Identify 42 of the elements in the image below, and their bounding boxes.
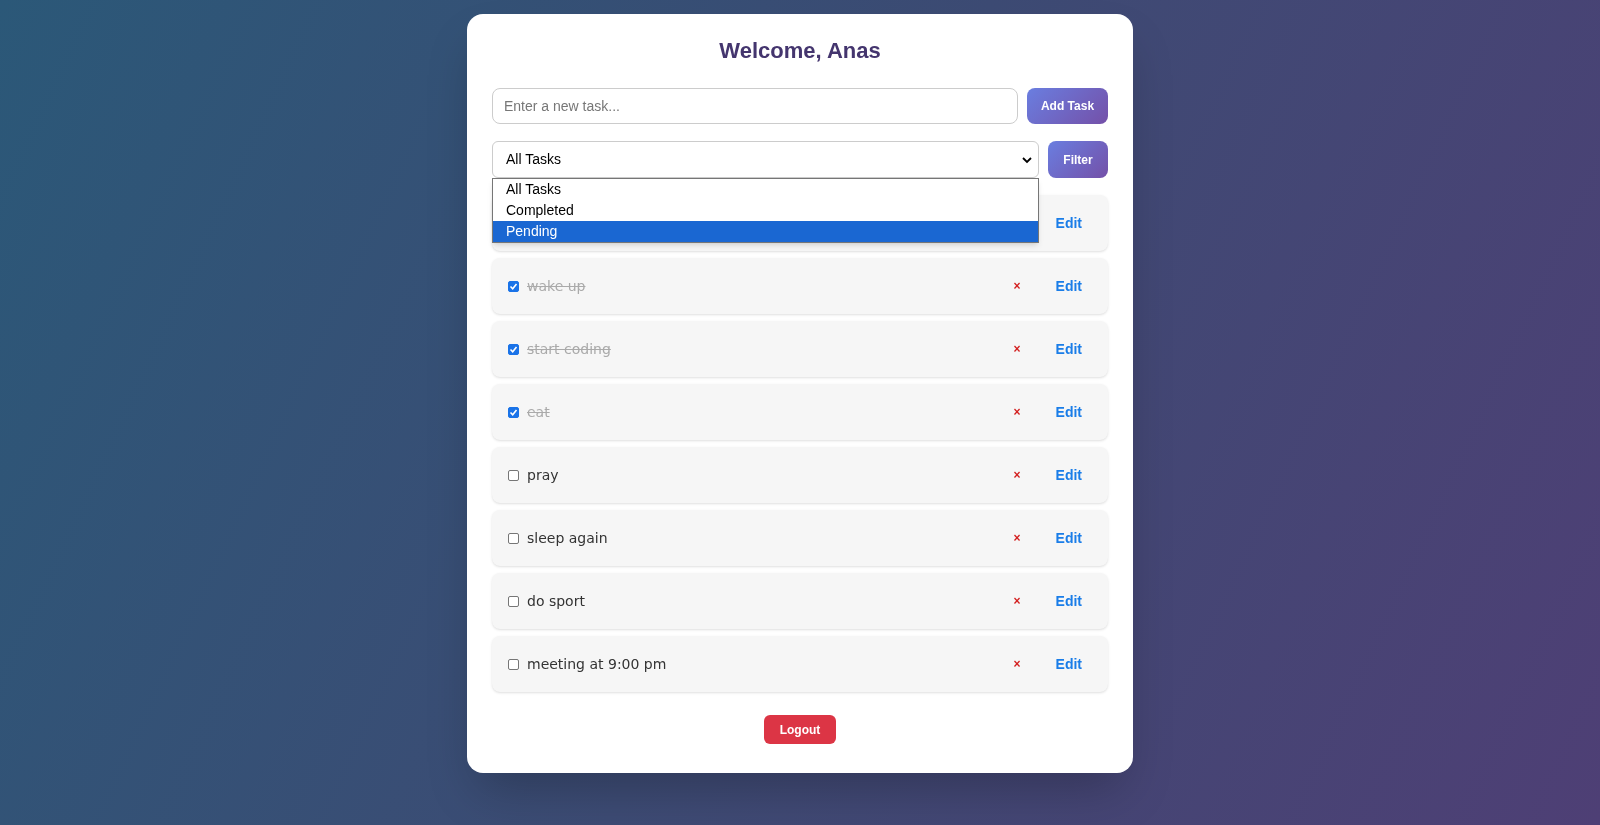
logout-button[interactable]: Logout <box>764 715 836 744</box>
check-icon <box>509 407 518 417</box>
edit-button[interactable]: Edit <box>1055 338 1082 360</box>
edit-button[interactable]: Edit <box>1055 653 1082 675</box>
dropdown-option[interactable]: All Tasks <box>493 179 1038 200</box>
edit-button[interactable]: Edit <box>1055 275 1082 297</box>
task-text: start coding <box>527 339 611 359</box>
dropdown-option[interactable]: Pending <box>493 221 1038 242</box>
task-checkbox[interactable] <box>508 469 519 481</box>
task-text: wake up <box>527 276 586 296</box>
task-checkbox[interactable] <box>508 280 519 292</box>
delete-button[interactable]: × <box>1013 466 1021 484</box>
task-text: sleep again <box>527 528 608 548</box>
delete-button[interactable]: × <box>1013 655 1021 673</box>
task-checkbox[interactable] <box>508 532 519 544</box>
edit-button[interactable]: Edit <box>1055 527 1082 549</box>
edit-button[interactable]: Edit <box>1055 401 1082 423</box>
check-icon <box>509 281 518 291</box>
delete-button[interactable]: × <box>1013 592 1021 610</box>
task-checkbox[interactable] <box>508 343 519 355</box>
filter-select[interactable]: All Tasks <box>492 141 1039 178</box>
delete-button[interactable]: × <box>1013 529 1021 547</box>
task-text: pray <box>527 465 559 485</box>
filter-button[interactable]: Filter <box>1048 141 1108 178</box>
delete-button[interactable]: × <box>1013 277 1021 295</box>
new-task-field[interactable]: Enter a new task... <box>492 88 1018 124</box>
task-text: eat <box>527 402 550 422</box>
chevron-icon <box>1022 155 1032 164</box>
add-task-button[interactable]: Add Task <box>1027 88 1108 124</box>
edit-button[interactable]: Edit <box>1055 464 1082 486</box>
task-checkbox[interactable] <box>508 406 519 418</box>
check-icon <box>509 344 518 354</box>
welcome-title: Welcome, Anas <box>718 38 882 64</box>
dropdown-option[interactable]: Completed <box>493 200 1038 221</box>
task-checkbox[interactable] <box>508 595 519 607</box>
delete-button[interactable]: × <box>1013 340 1021 358</box>
delete-button[interactable]: × <box>1013 403 1021 421</box>
task-text: do sport <box>527 591 585 611</box>
edit-button[interactable]: Edit <box>1055 212 1082 234</box>
edit-button[interactable]: Edit <box>1055 590 1082 612</box>
task-text: meeting at 9:00 pm <box>527 654 667 674</box>
task-checkbox[interactable] <box>508 658 519 670</box>
